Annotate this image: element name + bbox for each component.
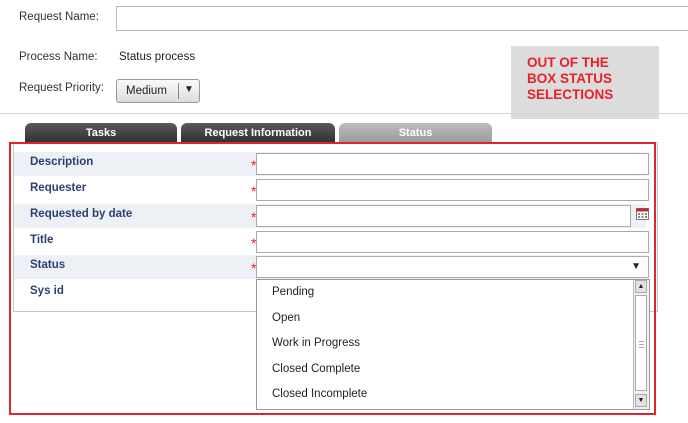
status-option[interactable]: Pending <box>272 286 314 298</box>
description-label: Description <box>30 156 94 168</box>
callout-box: OUT OF THE BOX STATUS SELECTIONS <box>511 46 659 119</box>
status-option[interactable]: Closed Incomplete <box>272 388 367 400</box>
status-option[interactable]: Work in Progress <box>272 337 360 349</box>
calendar-icon[interactable] <box>636 208 649 220</box>
sys-id-label: Sys id <box>30 285 64 297</box>
scroll-thumb[interactable] <box>635 295 647 391</box>
scroll-down-icon[interactable]: ▼ <box>635 394 647 407</box>
callout-line: OUT OF THE <box>527 55 609 70</box>
divider <box>0 113 688 114</box>
requester-input[interactable] <box>256 179 649 201</box>
title-label: Title <box>30 234 54 246</box>
process-name-value: Status process <box>119 51 196 63</box>
request-name-input[interactable] <box>116 6 688 31</box>
description-input[interactable] <box>256 153 649 175</box>
requester-label: Requester <box>30 182 87 194</box>
callout-line: SELECTIONS <box>527 87 614 102</box>
tab-label: Status <box>398 127 433 139</box>
status-option[interactable]: Closed Complete <box>272 363 360 375</box>
requested-by-date-input[interactable] <box>256 205 631 227</box>
status-option[interactable]: Open <box>272 312 300 324</box>
tab-request-information[interactable]: Request Information <box>181 123 335 143</box>
grip-line <box>639 341 644 342</box>
select-divider <box>178 83 179 99</box>
grip-line <box>639 347 644 348</box>
status-label: Status <box>30 259 66 271</box>
tab-tasks[interactable]: Tasks <box>25 123 177 143</box>
status-dropdown-list: Pending Open Work in Progress Closed Com… <box>256 279 650 410</box>
priority-select[interactable]: Medium ▼ <box>116 79 200 103</box>
request-name-label: Request Name: <box>19 11 99 23</box>
process-name-label: Process Name: <box>19 51 98 63</box>
chevron-down-icon: ▼ <box>184 84 194 95</box>
tab-label: Request Information <box>204 127 312 139</box>
callout-line: BOX STATUS <box>527 71 613 86</box>
chevron-down-icon: ▼ <box>631 261 641 272</box>
tab-status[interactable]: Status <box>339 123 492 143</box>
request-priority-label: Request Priority: <box>19 82 105 94</box>
requested-by-date-label: Requested by date <box>30 208 133 220</box>
scroll-up-icon[interactable]: ▲ <box>635 280 647 293</box>
dropdown-scrollbar[interactable]: ▲ ▼ <box>633 280 649 409</box>
status-select[interactable]: ▼ <box>256 256 649 278</box>
tab-label: Tasks <box>85 127 117 139</box>
grip-line <box>639 344 644 345</box>
title-input[interactable] <box>256 231 649 253</box>
priority-select-value: Medium <box>126 85 167 97</box>
